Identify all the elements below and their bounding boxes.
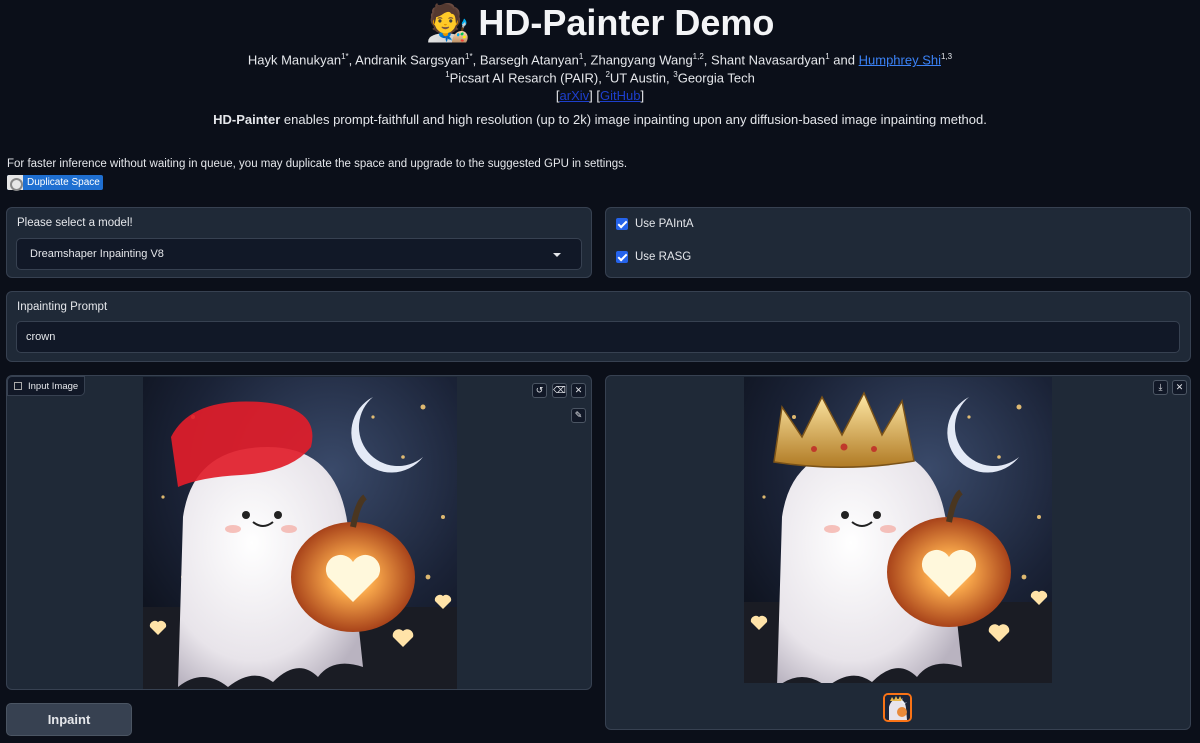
- use-rasg-checkbox[interactable]: [616, 251, 628, 263]
- output-image: [744, 377, 1052, 683]
- author-link-humphrey-shi[interactable]: Humphrey Shi: [859, 52, 941, 67]
- close-icon[interactable]: ✕: [571, 383, 586, 398]
- author: Hayk Manukyan: [247, 52, 342, 68]
- artist-emoji-icon: 🧑‍🎨: [425, 2, 471, 43]
- duplicate-space-label: Duplicate Space: [27, 177, 100, 188]
- author: Zhangyang Wang: [590, 52, 693, 68]
- author: Barsegh Atanyan: [479, 52, 579, 68]
- page-title-text: HD-Painter Demo: [478, 2, 775, 43]
- author: Andranik Sargsyan: [355, 52, 466, 68]
- options-panel: Use PAIntA Use RASG: [605, 207, 1191, 278]
- page-title: 🧑‍🎨 HD-Painter Demo: [0, 2, 1200, 44]
- use-painta-checkbox[interactable]: [616, 218, 628, 230]
- prompt-input[interactable]: crown: [16, 321, 1180, 353]
- model-select-panel: Please select a model! Dreamshaper Inpai…: [6, 207, 592, 278]
- affiliations: 1Picsart AI Resarch (PAIR), 2UT Austin, …: [445, 70, 755, 86]
- github-link[interactable]: GitHub: [600, 88, 640, 103]
- clear-icon[interactable]: ⌫: [552, 383, 567, 398]
- model-dropdown-value: Dreamshaper Inpainting V8: [30, 248, 164, 260]
- image-icon: [14, 382, 22, 390]
- input-image-canvas[interactable]: [143, 377, 457, 689]
- author-list: Hayk Manukyan1*, Andranik Sargsyan1*, Ba…: [247, 52, 953, 68]
- undo-icon[interactable]: ↺: [532, 383, 547, 398]
- paper-links: [arXiv] [GitHub]: [555, 88, 645, 103]
- model-select-label: Please select a model!: [17, 217, 133, 229]
- output-image-panel: ⤓ ✕: [605, 375, 1191, 730]
- duplicate-icon: [7, 175, 23, 191]
- close-icon[interactable]: ✕: [1172, 380, 1187, 395]
- chevron-down-icon: [553, 253, 561, 257]
- gallery-thumbnail[interactable]: [883, 693, 912, 722]
- thumbnail-image: [885, 695, 910, 720]
- description: HD-Painter enables prompt-faithfull and …: [213, 112, 987, 127]
- input-image-panel: Input Image ↺ ⌫ ✕ ✎: [6, 375, 592, 690]
- input-image-label: Input Image: [7, 376, 86, 396]
- duplicate-space-button[interactable]: Duplicate Space: [7, 175, 103, 191]
- prompt-label: Inpainting Prompt: [17, 301, 108, 313]
- download-icon[interactable]: ⤓: [1153, 380, 1168, 395]
- use-rasg-checkbox-row[interactable]: Use RASG: [616, 251, 691, 263]
- inpaint-button[interactable]: Inpaint: [6, 703, 132, 736]
- arxiv-link[interactable]: arXiv: [560, 88, 590, 103]
- author: Shant Navasardyan: [711, 52, 826, 68]
- use-rasg-label: Use RASG: [635, 251, 692, 263]
- model-dropdown[interactable]: Dreamshaper Inpainting V8: [16, 238, 582, 270]
- duplicate-note: For faster inference without waiting in …: [7, 158, 628, 170]
- prompt-panel: Inpainting Prompt crown: [6, 291, 1191, 362]
- brush-icon[interactable]: ✎: [571, 408, 586, 423]
- use-painta-label: Use PAIntA: [635, 218, 694, 230]
- use-painta-checkbox-row[interactable]: Use PAIntA: [616, 218, 694, 230]
